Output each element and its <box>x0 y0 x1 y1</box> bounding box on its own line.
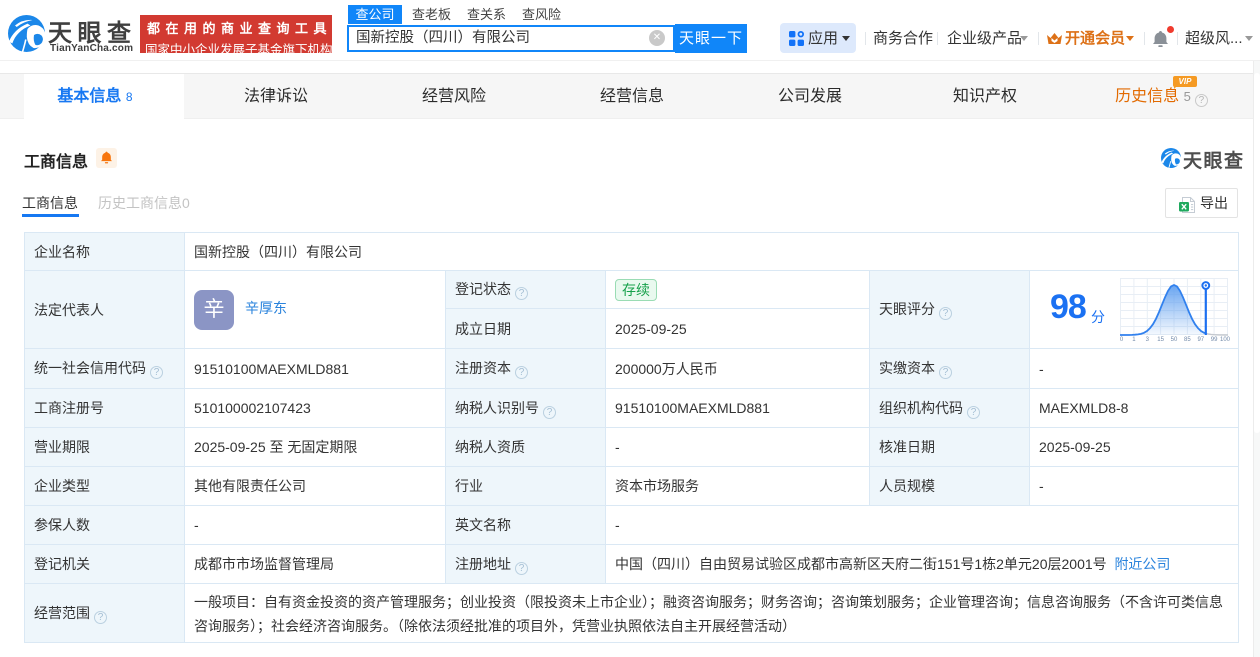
svg-text:85: 85 <box>1184 337 1191 342</box>
svg-text:99: 99 <box>1211 337 1218 342</box>
svg-text:50: 50 <box>1171 337 1178 342</box>
svg-text:100: 100 <box>1220 337 1230 342</box>
svg-text:0: 0 <box>1120 337 1124 342</box>
svg-text:1: 1 <box>1132 337 1136 342</box>
svg-text:97: 97 <box>1197 337 1204 342</box>
svg-text:3: 3 <box>1146 337 1150 342</box>
svg-text:15: 15 <box>1157 337 1164 342</box>
